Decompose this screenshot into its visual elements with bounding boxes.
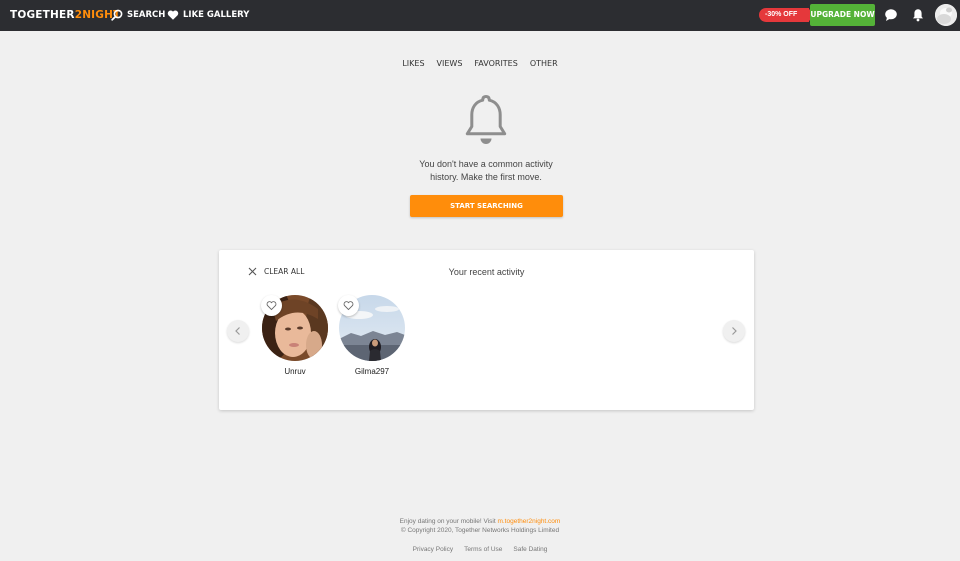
recent-profile-card: Gilma297 xyxy=(338,295,405,376)
tab-views[interactable]: VIEWS xyxy=(431,59,469,68)
bell-icon xyxy=(465,95,507,144)
avatar-image xyxy=(935,4,957,26)
empty-state-line-1: You don't have a common activity xyxy=(419,159,553,169)
carousel-prev-button[interactable] xyxy=(227,320,249,342)
heart-outline-icon xyxy=(266,301,277,311)
tab-likes[interactable]: LIKES xyxy=(396,59,430,68)
terms-of-use-link[interactable]: Terms of Use xyxy=(464,546,502,553)
recent-profile-card: Unruv xyxy=(261,295,328,376)
recent-activity-card: CLEAR ALL Your recent activity Unruv Gil… xyxy=(219,250,754,410)
discount-badge[interactable]: -30% OFF xyxy=(759,8,816,22)
recent-activity-title: Your recent activity xyxy=(448,267,525,277)
like-button[interactable] xyxy=(261,295,282,316)
user-avatar[interactable] xyxy=(935,4,957,26)
tab-other[interactable]: OTHER xyxy=(524,59,564,68)
empty-state-line-2: history. Make the first move. xyxy=(430,172,542,182)
nav-search[interactable]: SEARCH xyxy=(111,9,165,21)
clear-all-button[interactable]: CLEAR ALL xyxy=(248,267,304,276)
profile-name[interactable]: Gilma297 xyxy=(329,367,415,376)
nav-like-gallery-label: LIKE GALLERY xyxy=(183,10,250,20)
footer-copyright: © Copyright 2020, Together Networks Hold… xyxy=(400,527,560,534)
site-logo[interactable]: TOGETHER2NIGHT xyxy=(10,9,120,21)
close-icon xyxy=(248,267,257,276)
footer-mobile-text: Enjoy dating on your mobile! Visit m.tog… xyxy=(399,518,561,525)
tab-favorites[interactable]: FAVORITES xyxy=(468,59,523,68)
carousel-next-button[interactable] xyxy=(723,320,745,342)
search-icon xyxy=(111,9,123,21)
heart-icon xyxy=(167,10,179,20)
footer-links: Privacy Policy Terms of Use Safe Dating xyxy=(0,546,960,553)
privacy-policy-link[interactable]: Privacy Policy xyxy=(413,546,453,553)
clear-all-label: CLEAR ALL xyxy=(264,267,305,276)
bell-icon[interactable] xyxy=(911,8,925,22)
start-searching-button[interactable]: START SEARCHING xyxy=(410,195,563,217)
chevron-left-icon xyxy=(235,327,240,335)
activity-tabs: LIKES VIEWS FAVORITES OTHER xyxy=(0,59,960,68)
chevron-right-icon xyxy=(732,327,737,335)
upgrade-now-button[interactable]: UPGRADE NOW xyxy=(810,4,875,26)
mobile-site-link[interactable]: m.together2night.com xyxy=(497,518,560,525)
top-navigation-bar: TOGETHER2NIGHT SEARCH LIKE GALLERY -30% … xyxy=(0,0,960,31)
heart-outline-icon xyxy=(343,301,354,311)
safe-dating-link[interactable]: Safe Dating xyxy=(513,546,547,553)
like-button[interactable] xyxy=(338,295,359,316)
empty-state-message: You don't have a common activity history… xyxy=(380,158,592,184)
profile-name[interactable]: Unruv xyxy=(252,367,338,376)
nav-search-label: SEARCH xyxy=(127,10,166,20)
nav-like-gallery[interactable]: LIKE GALLERY xyxy=(167,9,249,21)
chat-icon[interactable] xyxy=(884,8,898,22)
